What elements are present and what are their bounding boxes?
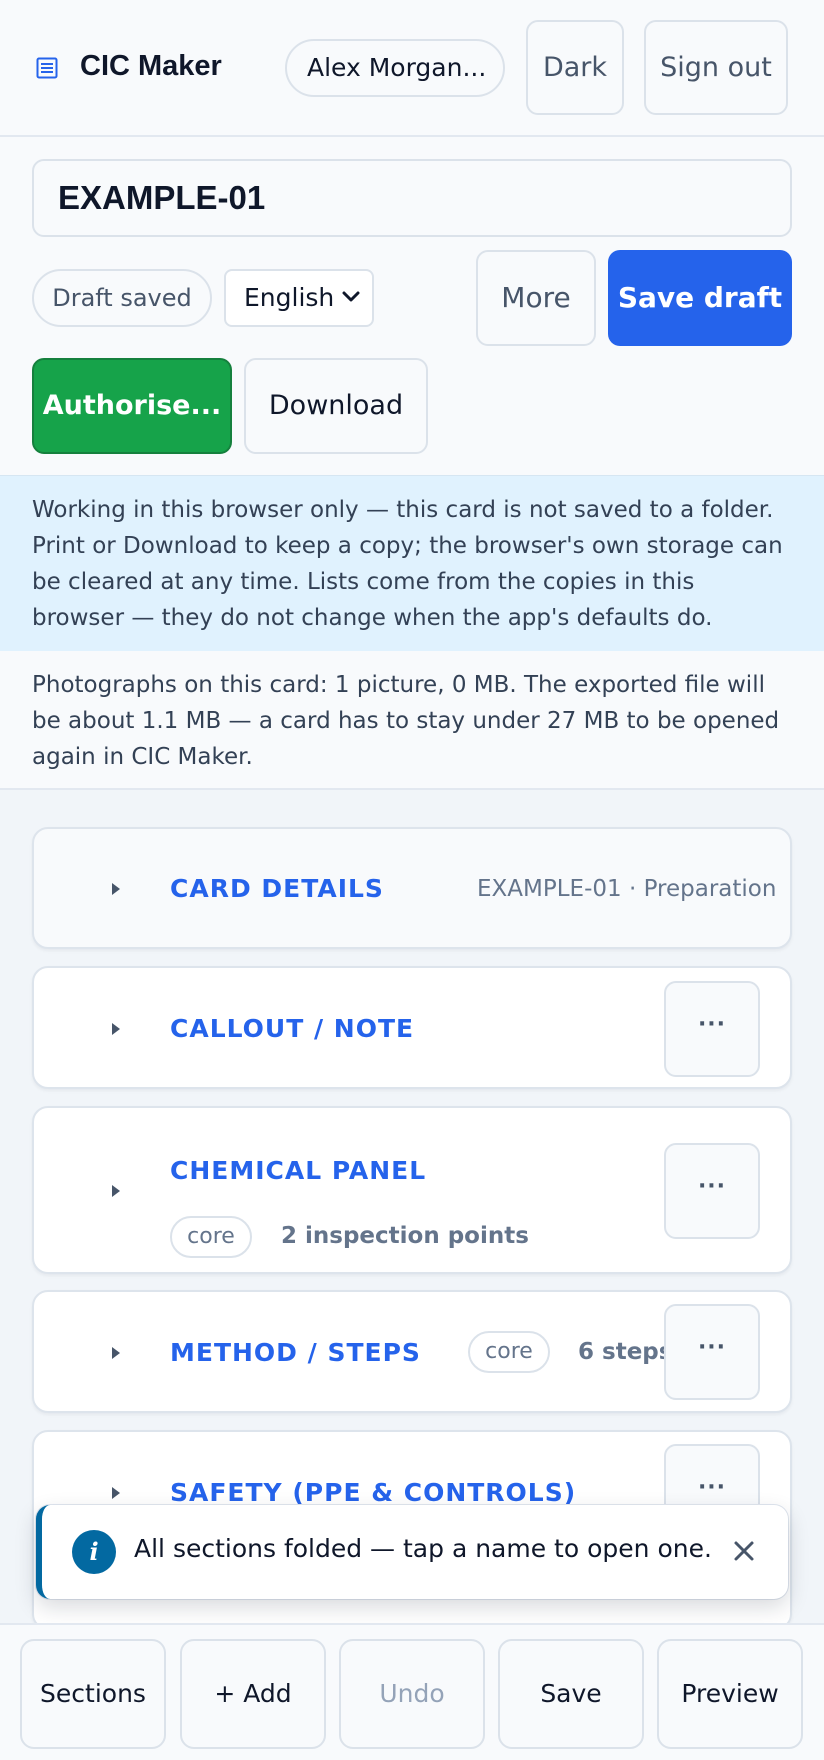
save-button[interactable]: Save [498,1639,644,1749]
section-meta: EXAMPLE-01 · Preparation [477,876,777,902]
preview-button[interactable]: Preview [657,1639,803,1749]
undo-button[interactable]: Undo [339,1639,485,1749]
section-meta: 2 inspection points [281,1223,529,1249]
download-button[interactable]: Download [244,358,428,454]
card-title-input[interactable]: EXAMPLE-01 [32,159,792,237]
section-chemical-panel[interactable]: CHEMICAL PANEL core 2 inspection points … [32,1106,792,1274]
add-section-button[interactable]: + Add [180,1639,326,1749]
photos-notice: Photographs on this card: 1 picture, 0 M… [0,651,824,790]
caret-right-icon [112,883,120,895]
app-header: CIC Maker Alex Morgan... Dark Sign out [0,0,824,137]
section-title[interactable]: CARD DETAILS [170,874,384,903]
toast-message: All sections folded — tap a name to open… [134,1534,712,1563]
card-toolbar: EXAMPLE-01 Draft saved English More Save… [0,137,824,475]
save-status-badge: Draft saved [32,269,212,327]
info-toast: i All sections folded — tap a name to op… [36,1505,788,1599]
bottom-action-bar: Sections + Add Undo Save Preview [0,1623,824,1760]
sections-button[interactable]: Sections [20,1639,166,1749]
section-menu-button[interactable]: ··· [664,1304,760,1400]
section-method-steps[interactable]: METHOD / STEPS core 6 steps ··· [32,1290,792,1413]
close-icon[interactable] [730,1537,758,1565]
caret-right-icon [112,1023,120,1035]
section-title[interactable]: CALLOUT / NOTE [170,1014,414,1043]
section-menu-button[interactable]: ··· [664,1143,760,1239]
more-button[interactable]: More [476,250,596,346]
app-title: CIC Maker [80,50,222,82]
sign-out-button[interactable]: Sign out [644,20,788,115]
save-draft-button[interactable]: Save draft [608,250,792,346]
caret-right-icon [112,1185,120,1197]
caret-right-icon [112,1347,120,1359]
section-meta: 6 steps [578,1339,673,1365]
section-menu-button[interactable]: ··· [664,981,760,1077]
language-select-value: English [244,283,335,312]
section-title[interactable]: METHOD / STEPS [170,1338,421,1367]
info-icon: i [72,1530,116,1574]
language-select[interactable]: English [224,269,374,327]
section-title[interactable]: CHEMICAL PANEL [170,1156,426,1185]
caret-right-icon [112,1487,120,1499]
authorise-button[interactable]: Authorise... [32,358,232,454]
document-list-icon [36,57,58,79]
section-callout-note[interactable]: CALLOUT / NOTE ··· [32,966,792,1089]
section-tag: core [170,1216,252,1258]
storage-notice: Working in this browser only — this card… [0,475,824,651]
chevron-down-icon [342,291,360,302]
section-title[interactable]: SAFETY (PPE & CONTROLS) [170,1478,576,1507]
section-card-details[interactable]: CARD DETAILS EXAMPLE-01 · Preparation [32,827,792,949]
theme-toggle-button[interactable]: Dark [526,20,624,115]
user-account-button[interactable]: Alex Morgan... [285,39,505,97]
section-tag: core [468,1331,550,1373]
